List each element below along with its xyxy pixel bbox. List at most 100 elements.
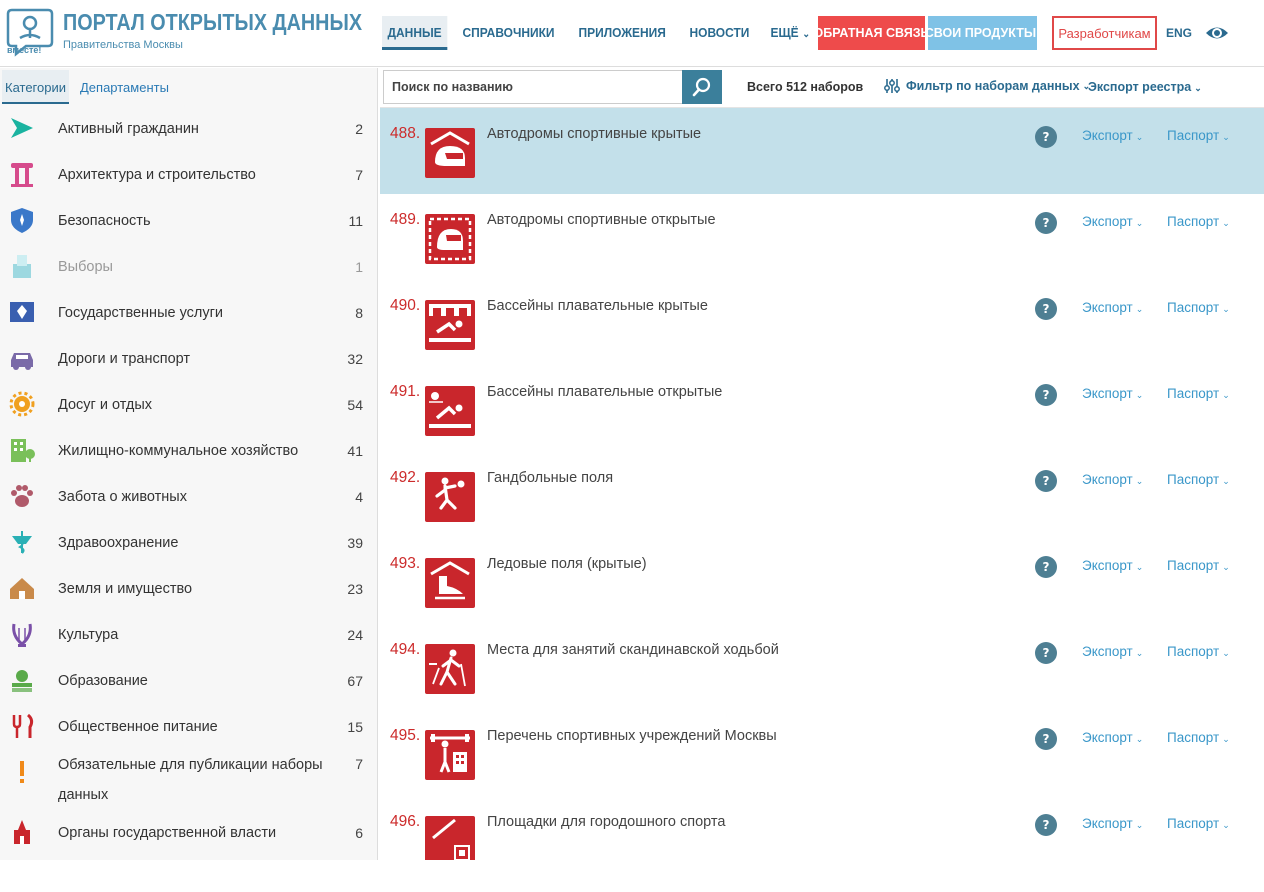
- dataset-row[interactable]: 491. Бассейны плавательные открытые? Экспо…: [380, 366, 1264, 452]
- filter-dropdown[interactable]: Фильтр по наборам данных ⌄: [884, 79, 1090, 93]
- sidebar-category-item[interactable]: Активный гражданин 2: [0, 106, 377, 152]
- handball-icon: [435, 477, 465, 510]
- nav-directories[interactable]: СПРАВОЧНИКИ: [457, 16, 560, 50]
- passport-dropdown[interactable]: Паспорт ⌄: [1167, 300, 1230, 315]
- dataset-icon[interactable]: [425, 472, 475, 522]
- dataset-title[interactable]: Места для занятий скандинавской ходьбой: [487, 642, 779, 658]
- passport-dropdown[interactable]: Паспорт ⌄: [1167, 816, 1230, 831]
- dataset-title[interactable]: Автодромы спортивные крытые: [487, 126, 701, 142]
- dataset-row[interactable]: 496. Площадки для городошного спорта? Эксп…: [380, 796, 1264, 860]
- dataset-number: 494.: [390, 641, 421, 658]
- sidebar-tabs: Категории Департаменты: [0, 68, 377, 106]
- category-name: Культура: [58, 627, 119, 643]
- help-icon[interactable]: ?: [1035, 556, 1057, 578]
- dataset-title[interactable]: Перечень спортивных учреждений Москвы: [487, 728, 777, 744]
- help-icon[interactable]: ?: [1035, 814, 1057, 836]
- help-icon[interactable]: ?: [1035, 212, 1057, 234]
- dataset-icon[interactable]: [425, 386, 475, 436]
- sidebar-category-item[interactable]: Выборы 1: [0, 244, 377, 290]
- category-name: Активный гражданин: [58, 121, 199, 137]
- export-dropdown[interactable]: Экспорт ⌄: [1082, 558, 1143, 573]
- dataset-title[interactable]: Площадки для городошного спорта: [487, 814, 725, 830]
- developers-button[interactable]: Разработчикам: [1052, 16, 1157, 50]
- passport-dropdown[interactable]: Паспорт ⌄: [1167, 386, 1230, 401]
- dataset-icon[interactable]: [425, 644, 475, 694]
- passport-dropdown[interactable]: Паспорт ⌄: [1167, 128, 1230, 143]
- sidebar-category-item[interactable]: Общественное питание 15: [0, 704, 377, 750]
- export-dropdown[interactable]: Экспорт ⌄: [1082, 472, 1143, 487]
- eye-icon[interactable]: [1205, 24, 1229, 42]
- dataset-number: 492.: [390, 469, 421, 486]
- dataset-title[interactable]: Бассейны плавательные открытые: [487, 384, 722, 400]
- sidebar-category-item[interactable]: Безопасность 11: [0, 198, 377, 244]
- search-button[interactable]: [682, 70, 722, 104]
- dataset-icon[interactable]: [425, 816, 475, 860]
- dataset-row[interactable]: 492. Гандбольные поля? Экспорт ⌄ Паспорт ⌄: [380, 452, 1264, 538]
- dataset-row[interactable]: 489. Автодромы спортивные открытые? Экспор…: [380, 194, 1264, 280]
- dataset-icon[interactable]: [425, 214, 475, 264]
- dataset-title[interactable]: Бассейны плавательные крытые: [487, 298, 708, 314]
- passport-dropdown[interactable]: Паспорт ⌄: [1167, 472, 1230, 487]
- sidebar-category-item[interactable]: Забота о животных 4: [0, 474, 377, 520]
- export-dropdown[interactable]: Экспорт ⌄: [1082, 730, 1143, 745]
- language-switch[interactable]: ENG: [1166, 26, 1192, 40]
- dataset-icon[interactable]: [425, 558, 475, 608]
- dataset-title[interactable]: Гандбольные поля: [487, 470, 613, 486]
- help-icon[interactable]: ?: [1035, 470, 1057, 492]
- dataset-row[interactable]: 490. Бассейны плавательные крытые? Экспорт…: [380, 280, 1264, 366]
- help-icon[interactable]: ?: [1035, 298, 1057, 320]
- dataset-title[interactable]: Автодромы спортивные открытые: [487, 212, 716, 228]
- sidebar-category-item[interactable]: Культура 24: [0, 612, 377, 658]
- export-dropdown[interactable]: Экспорт ⌄: [1082, 128, 1143, 143]
- dataset-icon[interactable]: [425, 300, 475, 350]
- sidebar-category-item[interactable]: Здравоохранение 39: [0, 520, 377, 566]
- passport-dropdown[interactable]: Паспорт ⌄: [1167, 644, 1230, 659]
- tab-departments[interactable]: Департаменты: [80, 70, 169, 104]
- help-icon[interactable]: ?: [1035, 642, 1057, 664]
- search-input[interactable]: [383, 70, 683, 104]
- dataset-row[interactable]: 494. Места для занятий скандинавской ходь…: [380, 624, 1264, 710]
- feedback-button[interactable]: ОБРАТНАЯ СВЯЗЬ: [813, 16, 930, 50]
- passport-label: Паспорт: [1167, 730, 1220, 745]
- dataset-row[interactable]: 493. Ледовые поля (крытые)? Экспорт ⌄ Паспор…: [380, 538, 1264, 624]
- export-dropdown[interactable]: Экспорт ⌄: [1082, 214, 1143, 229]
- sidebar-category-item[interactable]: Земля и имущество 23: [0, 566, 377, 612]
- help-icon[interactable]: ?: [1035, 728, 1057, 750]
- products-button[interactable]: СВОИ ПРОДУКТЫ!: [925, 16, 1040, 50]
- export-dropdown[interactable]: Экспорт ⌄: [1082, 816, 1143, 831]
- help-icon[interactable]: ?: [1035, 126, 1057, 148]
- passport-dropdown[interactable]: Паспорт ⌄: [1167, 558, 1230, 573]
- sidebar-category-item[interactable]: Досуг и отдых 54: [0, 382, 377, 428]
- skate-icon: [430, 561, 470, 600]
- export-dropdown[interactable]: Экспорт ⌄: [1082, 300, 1143, 315]
- nav-data[interactable]: ДАННЫЕ: [382, 16, 448, 50]
- dataset-icon[interactable]: [425, 730, 475, 780]
- sidebar-category-item[interactable]: Государственные услуги 8: [0, 290, 377, 336]
- sidebar-category-item[interactable]: Образование 67: [0, 658, 377, 704]
- passport-dropdown[interactable]: Паспорт ⌄: [1167, 730, 1230, 745]
- help-icon[interactable]: ?: [1035, 384, 1057, 406]
- dataset-row[interactable]: 495. Перечень спортивных учреждений Москв…: [380, 710, 1264, 796]
- export-registry-dropdown[interactable]: Экспорт реестра ⌄: [1088, 80, 1202, 94]
- nav-more[interactable]: ЕЩЁ ⌄: [765, 16, 816, 50]
- nav-apps[interactable]: ПРИЛОЖЕНИЯ: [573, 16, 671, 50]
- sidebar-category-item[interactable]: Органы государственной власти 6: [0, 810, 377, 856]
- sidebar-category-item[interactable]: Архитектура и строительство 7: [0, 152, 377, 198]
- export-dropdown[interactable]: Экспорт ⌄: [1082, 644, 1143, 659]
- dataset-icon[interactable]: [425, 128, 475, 178]
- header: вместе! ПОРТАЛ ОТКРЫТЫХ ДАННЫХ Правитель…: [0, 0, 1264, 67]
- sidebar-category-item[interactable]: Жилищно-коммунальное хозяйство 41: [0, 428, 377, 474]
- chevron-down-icon: ⌄: [1135, 476, 1144, 486]
- sidebar-category-item[interactable]: Дороги и транспорт 32: [0, 336, 377, 382]
- dataset-row[interactable]: 488. Автодромы спортивные крытые? Экспорт ⌄…: [380, 108, 1264, 194]
- sidebar-category-item[interactable]: Обязательные для публикации наборы данны…: [0, 750, 377, 810]
- passport-dropdown[interactable]: Паспорт ⌄: [1167, 214, 1230, 229]
- tab-categories[interactable]: Категории: [2, 70, 69, 104]
- export-dropdown[interactable]: Экспорт ⌄: [1082, 386, 1143, 401]
- dataset-title[interactable]: Ледовые поля (крытые): [487, 556, 647, 572]
- apple-books-icon: [12, 670, 32, 692]
- house-icon: [10, 578, 34, 599]
- chevron-down-icon: ⌄: [1222, 304, 1230, 314]
- nav-news[interactable]: НОВОСТИ: [684, 16, 755, 50]
- site-title[interactable]: ПОРТАЛ ОТКРЫТЫХ ДАННЫХ: [63, 9, 362, 36]
